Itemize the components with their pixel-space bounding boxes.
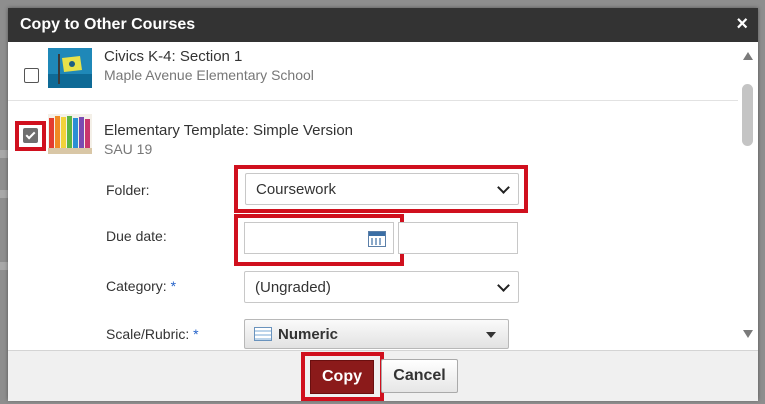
category-select[interactable]: (Ungraded) xyxy=(244,271,519,303)
dialog-titlebar: Copy to Other Courses × xyxy=(8,8,758,42)
scale-rubric-select[interactable]: Numeric xyxy=(244,319,509,349)
chevron-down-icon xyxy=(497,279,510,292)
course-name: Civics K-4: Section 1 xyxy=(104,48,243,65)
dialog-body: Civics K-4: Section 1 Maple Avenue Eleme… xyxy=(8,42,758,350)
due-date-input[interactable] xyxy=(244,222,394,254)
close-icon[interactable]: × xyxy=(736,13,748,36)
due-time-input[interactable] xyxy=(398,222,518,254)
course-checkbox-checked[interactable] xyxy=(23,128,38,143)
scale-rubric-value: Numeric xyxy=(278,326,339,343)
flag-thumbnail-icon xyxy=(48,48,92,88)
due-date-label: Due date: xyxy=(106,228,167,244)
dropdown-arrow-icon xyxy=(486,332,496,338)
course-checkbox[interactable] xyxy=(24,68,39,83)
folder-select-value: Coursework xyxy=(256,181,337,198)
required-mark: * xyxy=(193,326,199,342)
scroll-up-icon[interactable] xyxy=(743,52,753,60)
calendar-icon[interactable] xyxy=(368,231,386,247)
folder-select[interactable]: Coursework xyxy=(245,173,519,205)
category-select-value: (Ungraded) xyxy=(255,279,331,296)
course-school: SAU 19 xyxy=(104,141,153,157)
copy-dialog: Copy to Other Courses × Civics K-4: Sect… xyxy=(8,8,758,401)
scroll-down-icon[interactable] xyxy=(743,330,753,338)
scrollbar[interactable] xyxy=(738,42,758,350)
colored-pencils-thumbnail-icon xyxy=(48,114,92,154)
course-school: Maple Avenue Elementary School xyxy=(104,67,314,83)
folder-label: Folder: xyxy=(106,182,150,198)
dialog-title: Copy to Other Courses xyxy=(20,16,196,33)
cancel-button[interactable]: Cancel xyxy=(381,359,458,393)
course-row: Civics K-4: Section 1 Maple Avenue Eleme… xyxy=(8,42,738,101)
chevron-down-icon xyxy=(497,181,510,194)
required-mark: * xyxy=(170,278,177,294)
category-label: Category: * xyxy=(106,278,177,294)
course-name: Elementary Template: Simple Version xyxy=(104,122,354,139)
scrollbar-thumb[interactable] xyxy=(742,84,753,146)
grid-icon xyxy=(254,327,272,341)
scale-rubric-label: Scale/Rubric: * xyxy=(106,326,199,342)
copy-button[interactable]: Copy xyxy=(310,360,374,394)
dialog-footer: Copy Cancel xyxy=(8,350,758,401)
